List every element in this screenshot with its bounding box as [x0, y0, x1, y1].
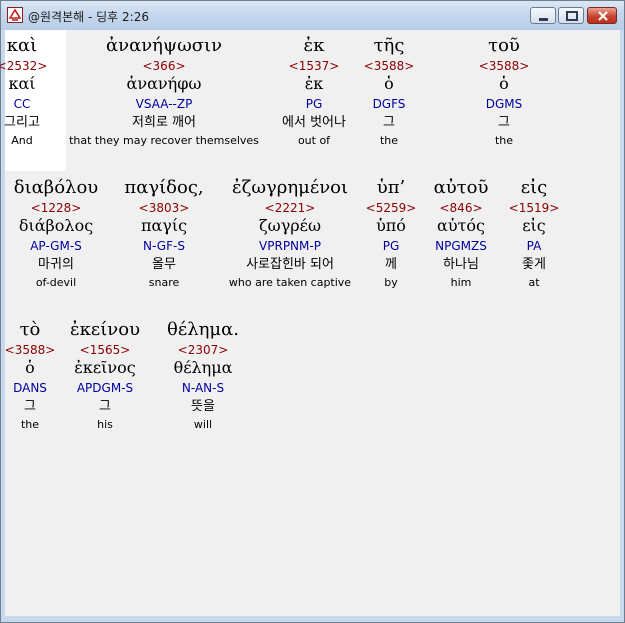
word-parse: DGMS: [485, 97, 523, 111]
word-korean: 그리고: [4, 115, 40, 130]
minimize-icon: [539, 18, 548, 21]
app-icon: [7, 7, 23, 23]
word-lemma: ἀνανήφω: [126, 74, 202, 93]
word-greek: ἐκ: [303, 35, 325, 56]
word-english: snare: [148, 276, 180, 289]
word-strong: <2307>: [177, 343, 229, 357]
maximize-icon: [566, 11, 578, 21]
word-lemma: εἰς: [522, 216, 546, 235]
word-greek: εἰς: [520, 177, 548, 198]
word-strong: <2532>: [0, 59, 48, 73]
word-parse: PA: [526, 239, 542, 253]
word-parse: DANS: [13, 381, 47, 395]
maximize-button[interactable]: [558, 7, 584, 24]
word-greek: τὸ: [19, 319, 41, 340]
word-lemma: ζωγρέω: [258, 216, 322, 235]
word-strong: <3588>: [363, 59, 415, 73]
word-strong: <1228>: [30, 201, 82, 215]
word-lemma: ὁ: [25, 358, 35, 377]
word-korean: 사로잡힌바 되어: [246, 257, 334, 272]
word-english: of-devil: [35, 276, 77, 289]
word-english: the: [20, 418, 40, 431]
word-strong: <2221>: [264, 201, 316, 215]
word-korean: 뜻을: [191, 399, 215, 414]
word-korean: 하나님: [443, 257, 479, 272]
word-english: the: [379, 134, 399, 147]
word-english: him: [450, 276, 472, 289]
word-lemma: διάβολος: [18, 216, 94, 235]
word-strong: <1519>: [508, 201, 560, 215]
word-lemma: ἐκ: [304, 74, 324, 93]
word-korean: 좇게: [522, 257, 546, 272]
word-parse: PG: [305, 97, 323, 111]
word-greek: διαβόλου: [13, 177, 99, 198]
close-icon: [598, 11, 608, 21]
word-parse: VSAA--ZP: [135, 97, 193, 111]
word-strong: <366>: [142, 59, 186, 73]
word-parse: VPRPNM-P: [259, 239, 321, 253]
word-lemma: αὐτός: [437, 216, 485, 235]
word-lemma: ἐκεῖνος: [74, 358, 136, 377]
word-korean: 께: [385, 257, 397, 272]
word-strong: <3803>: [138, 201, 190, 215]
word-lemma: θέλημα: [173, 358, 233, 377]
word-english: will: [193, 418, 213, 431]
word-korean: 저희로 깨어: [132, 115, 196, 130]
word-greek: ἀνανήψωσιν: [105, 35, 223, 56]
app-window: @원격본해 - 딩후 2:26 καὶ <2532> καί CC 그리고 And ἀναν…: [0, 0, 625, 623]
word-english: And: [11, 134, 33, 147]
word-lemma: καί: [8, 74, 36, 93]
word-strong: <3588>: [4, 343, 56, 357]
word-greek: παγίδος,: [124, 177, 204, 198]
word-english: the: [494, 134, 514, 147]
word-korean: 마귀의: [38, 257, 74, 272]
word-strong: <846>: [439, 201, 483, 215]
word-korean: 그: [24, 399, 36, 414]
word-english: at: [528, 276, 540, 289]
close-button[interactable]: [587, 7, 617, 24]
word-parse: N-AN-S: [181, 381, 225, 395]
word-greek: αὐτοῦ: [433, 177, 489, 198]
word-lemma: παγίς: [140, 216, 188, 235]
word-strong: <1565>: [79, 343, 131, 357]
word-korean: 그: [99, 399, 111, 414]
word-lemma: ὑπό: [376, 216, 406, 235]
word-greek: καὶ: [6, 35, 38, 56]
word-strong: <3588>: [478, 59, 530, 73]
word-greek: ὑπ’: [376, 177, 406, 198]
window-bottom-border: [5, 616, 620, 620]
word-korean: 에서 벗어나: [282, 115, 346, 130]
word-english: out of: [297, 134, 331, 147]
word-lemma: ὁ: [499, 74, 509, 93]
word-korean: 그: [498, 115, 510, 130]
window-title: @원격본해 - 딩후 2:26: [28, 10, 149, 24]
title-bar[interactable]: @원격본해 - 딩후 2:26: [1, 1, 624, 30]
word-english: by: [384, 276, 398, 289]
word-korean: 올무: [152, 257, 176, 272]
word-parse: AP-GM-S: [30, 239, 82, 253]
word-greek: ἐζωγρημένοι: [231, 177, 349, 198]
minimize-button[interactable]: [530, 7, 556, 24]
word-greek: ἐκείνου: [69, 319, 141, 340]
word-parse: CC: [13, 97, 31, 111]
word-greek: τοῦ: [488, 35, 520, 56]
word-korean: 그: [383, 115, 395, 130]
word-parse: DGFS: [372, 97, 406, 111]
word-english: who are taken captive: [228, 276, 352, 289]
word-lemma: ὁ: [384, 74, 394, 93]
word-greek: τῆς: [373, 35, 405, 56]
word-strong: <5259>: [365, 201, 417, 215]
word-strong: <1537>: [288, 59, 340, 73]
word-greek: θέλημα.: [167, 319, 239, 340]
word-parse: APDGM-S: [76, 381, 134, 395]
word-parse: N-GF-S: [143, 239, 185, 253]
word-parse: NPGMZS: [435, 239, 487, 253]
word-parse: PG: [382, 239, 400, 253]
word-english: that they may recover themselves: [69, 134, 259, 147]
word-english: his: [97, 418, 113, 431]
interlinear-view[interactable]: καὶ <2532> καί CC 그리고 And ἀνανήψωσιν <366> ἀνανή…: [0, 30, 620, 616]
